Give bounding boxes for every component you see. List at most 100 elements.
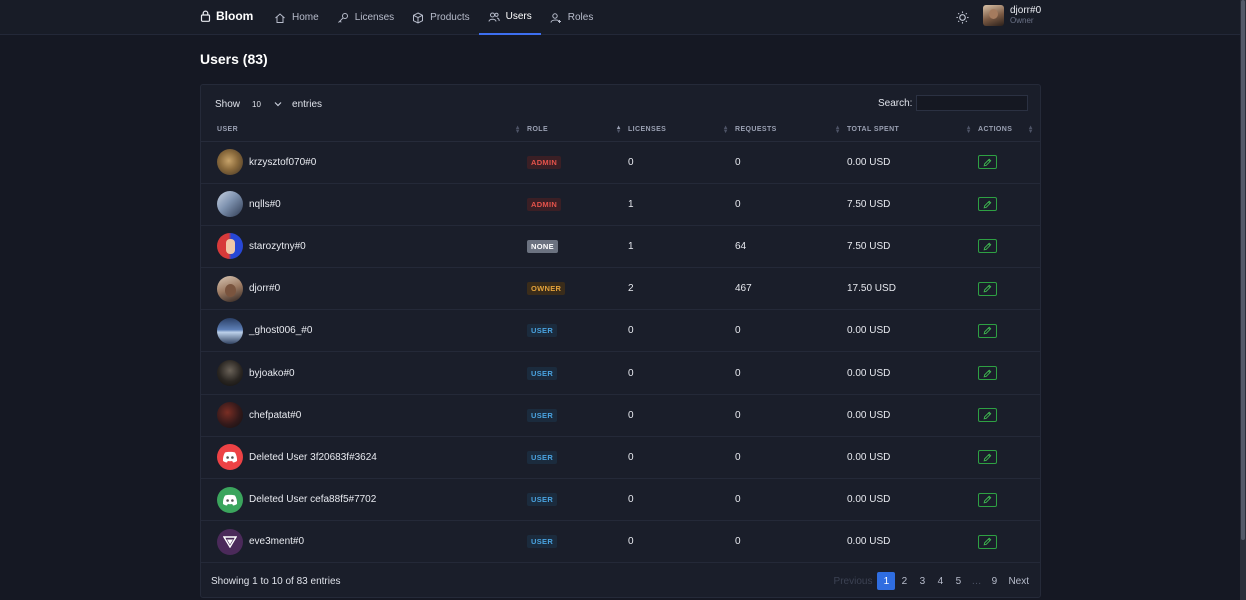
avatar bbox=[217, 444, 243, 471]
table-row: _ghost006_#0 USER 0 0 0.00 USD bbox=[201, 309, 1040, 353]
role-cell: NONE bbox=[527, 225, 628, 269]
column-header-label: REQUESTS bbox=[735, 126, 777, 134]
show-label: Show bbox=[215, 98, 241, 110]
edit-user-button[interactable] bbox=[978, 450, 997, 465]
table-row: eve3ment#0 USER 0 0 0.00 USD bbox=[201, 520, 1040, 564]
licenses-cell: 0 bbox=[628, 351, 735, 395]
column-header-label: ACTIONS bbox=[978, 126, 1013, 134]
table-row: nqlls#0 ADMIN 1 0 7.50 USD bbox=[201, 183, 1040, 226]
column-header-actions[interactable]: ACTIONS ▲ ▼ bbox=[978, 119, 1040, 142]
user-info: krzysztof070#0 bbox=[217, 149, 527, 176]
edit-user-button[interactable] bbox=[978, 366, 997, 381]
licenses-cell: 0 bbox=[628, 394, 735, 437]
pagination-ellipsis: … bbox=[971, 575, 982, 587]
search-input[interactable] bbox=[916, 95, 1029, 111]
column-header-requests[interactable]: REQUESTS ▲ ▼ bbox=[735, 119, 847, 142]
table-info: Showing 1 to 10 of 83 entries bbox=[211, 576, 341, 587]
edit-user-button[interactable] bbox=[978, 239, 997, 254]
role-cell: USER bbox=[527, 394, 628, 437]
edit-user-button[interactable] bbox=[978, 155, 997, 170]
edit-user-button[interactable] bbox=[978, 281, 997, 296]
avatar bbox=[217, 275, 243, 302]
nav-item-home[interactable]: Home bbox=[265, 0, 328, 35]
actions-cell bbox=[978, 225, 1040, 269]
page-button-3[interactable]: 3 bbox=[913, 572, 931, 590]
requests-cell: 0 bbox=[735, 309, 847, 353]
edit-user-button[interactable] bbox=[978, 197, 997, 212]
column-header-total-spent[interactable]: TOTAL SPENT ▲ ▼ bbox=[847, 119, 978, 142]
nav-item-licenses[interactable]: Licenses bbox=[328, 0, 403, 35]
column-header-licenses[interactable]: LICENSES ▲ ▼ bbox=[628, 119, 735, 142]
users-icon bbox=[488, 11, 500, 23]
avatar bbox=[217, 317, 243, 344]
page-button-4[interactable]: 4 bbox=[931, 572, 949, 590]
user-info: eve3ment#0 bbox=[217, 528, 527, 555]
actions-cell bbox=[978, 141, 1040, 184]
nav-item-products[interactable]: Products bbox=[403, 0, 478, 35]
scrollbar-thumb[interactable] bbox=[1241, 0, 1245, 540]
edit-user-button[interactable] bbox=[978, 408, 997, 423]
previous-page-button[interactable]: Previous bbox=[831, 572, 876, 590]
page-button-2[interactable]: 2 bbox=[895, 572, 913, 590]
user-cell: djorr#0 bbox=[201, 267, 527, 311]
requests-cell: 0 bbox=[735, 520, 847, 564]
pencil-icon bbox=[983, 284, 992, 293]
licenses-cell: 0 bbox=[628, 436, 735, 480]
table-row: byjoako#0 USER 0 0 0.00 USD bbox=[201, 351, 1040, 395]
user-menu[interactable]: djorr#0 Owner bbox=[983, 5, 1041, 26]
role-cell: OWNER bbox=[527, 267, 628, 311]
main-nav: Home Licenses Products Users Roles bbox=[265, 0, 602, 35]
nav-item-roles[interactable]: Roles bbox=[541, 0, 603, 35]
user-cell: starozytny#0 bbox=[201, 225, 527, 269]
actions-cell bbox=[978, 520, 1040, 564]
actions-cell bbox=[978, 351, 1040, 395]
role-cell: ADMIN bbox=[527, 183, 628, 226]
pencil-icon bbox=[983, 411, 992, 420]
user-info: djorr#0 bbox=[217, 275, 527, 302]
pencil-icon bbox=[983, 242, 992, 251]
sun-icon[interactable] bbox=[956, 11, 969, 24]
edit-user-button[interactable] bbox=[978, 534, 997, 549]
nav-item-users[interactable]: Users bbox=[478, 0, 541, 35]
edit-user-button[interactable] bbox=[978, 323, 997, 338]
table-row: chefpatat#0 USER 0 0 0.00 USD bbox=[201, 394, 1040, 437]
requests-cell: 0 bbox=[735, 351, 847, 395]
page-button-1[interactable]: 1 bbox=[877, 572, 896, 590]
current-user-name: djorr#0 bbox=[1010, 5, 1042, 16]
table-row: starozytny#0 NONE 1 64 7.50 USD bbox=[201, 225, 1040, 269]
column-header-user[interactable]: USER ▲ ▼ bbox=[201, 119, 527, 142]
edit-user-button[interactable] bbox=[978, 492, 997, 507]
page-button-5[interactable]: 5 bbox=[949, 572, 967, 590]
column-header-role[interactable]: ROLE ▲ ▼ bbox=[527, 119, 628, 142]
user-name: Deleted User 3f20683f#3624 bbox=[249, 451, 377, 463]
next-page-button[interactable]: Next bbox=[1005, 572, 1032, 590]
total-spent-cell: 17.50 USD bbox=[847, 267, 978, 311]
nav-item-label: Products bbox=[430, 12, 470, 23]
users-table-card: Show 10 entries Search: USER ▲ ▼ ROLE ▲ ▼ LICE… bbox=[200, 84, 1041, 598]
pencil-icon bbox=[983, 537, 992, 546]
requests-cell: 0 bbox=[735, 394, 847, 437]
column-header-label: TOTAL SPENT bbox=[847, 126, 900, 134]
role-badge: ADMIN bbox=[527, 197, 562, 211]
user-info: chefpatat#0 bbox=[217, 402, 527, 429]
pencil-icon bbox=[983, 158, 992, 166]
requests-cell: 0 bbox=[735, 183, 847, 226]
entries-select-value: 10 bbox=[252, 99, 261, 109]
top-navbar: Bloom Home Licenses Products Users Roles djo… bbox=[0, 0, 1240, 35]
page-button-9[interactable]: 9 bbox=[985, 572, 1003, 590]
page-title: Users (83) bbox=[200, 51, 268, 67]
licenses-cell: 1 bbox=[628, 183, 735, 226]
avatar bbox=[983, 5, 1004, 26]
role-cell: USER bbox=[527, 351, 628, 395]
user-cell: byjoako#0 bbox=[201, 351, 527, 395]
requests-cell: 0 bbox=[735, 478, 847, 522]
user-cell: Deleted User 3f20683f#3624 bbox=[201, 436, 527, 480]
avatar bbox=[217, 191, 243, 218]
actions-cell bbox=[978, 394, 1040, 437]
entries-select[interactable]: 10 bbox=[248, 97, 284, 111]
user-name: _ghost006_#0 bbox=[249, 325, 313, 337]
role-badge: USER bbox=[527, 493, 558, 507]
brand[interactable]: Bloom bbox=[200, 9, 253, 23]
page-scrollbar[interactable] bbox=[1240, 0, 1246, 600]
table-row: Deleted User 3f20683f#3624 USER 0 0 0.00 USD bbox=[201, 436, 1040, 480]
